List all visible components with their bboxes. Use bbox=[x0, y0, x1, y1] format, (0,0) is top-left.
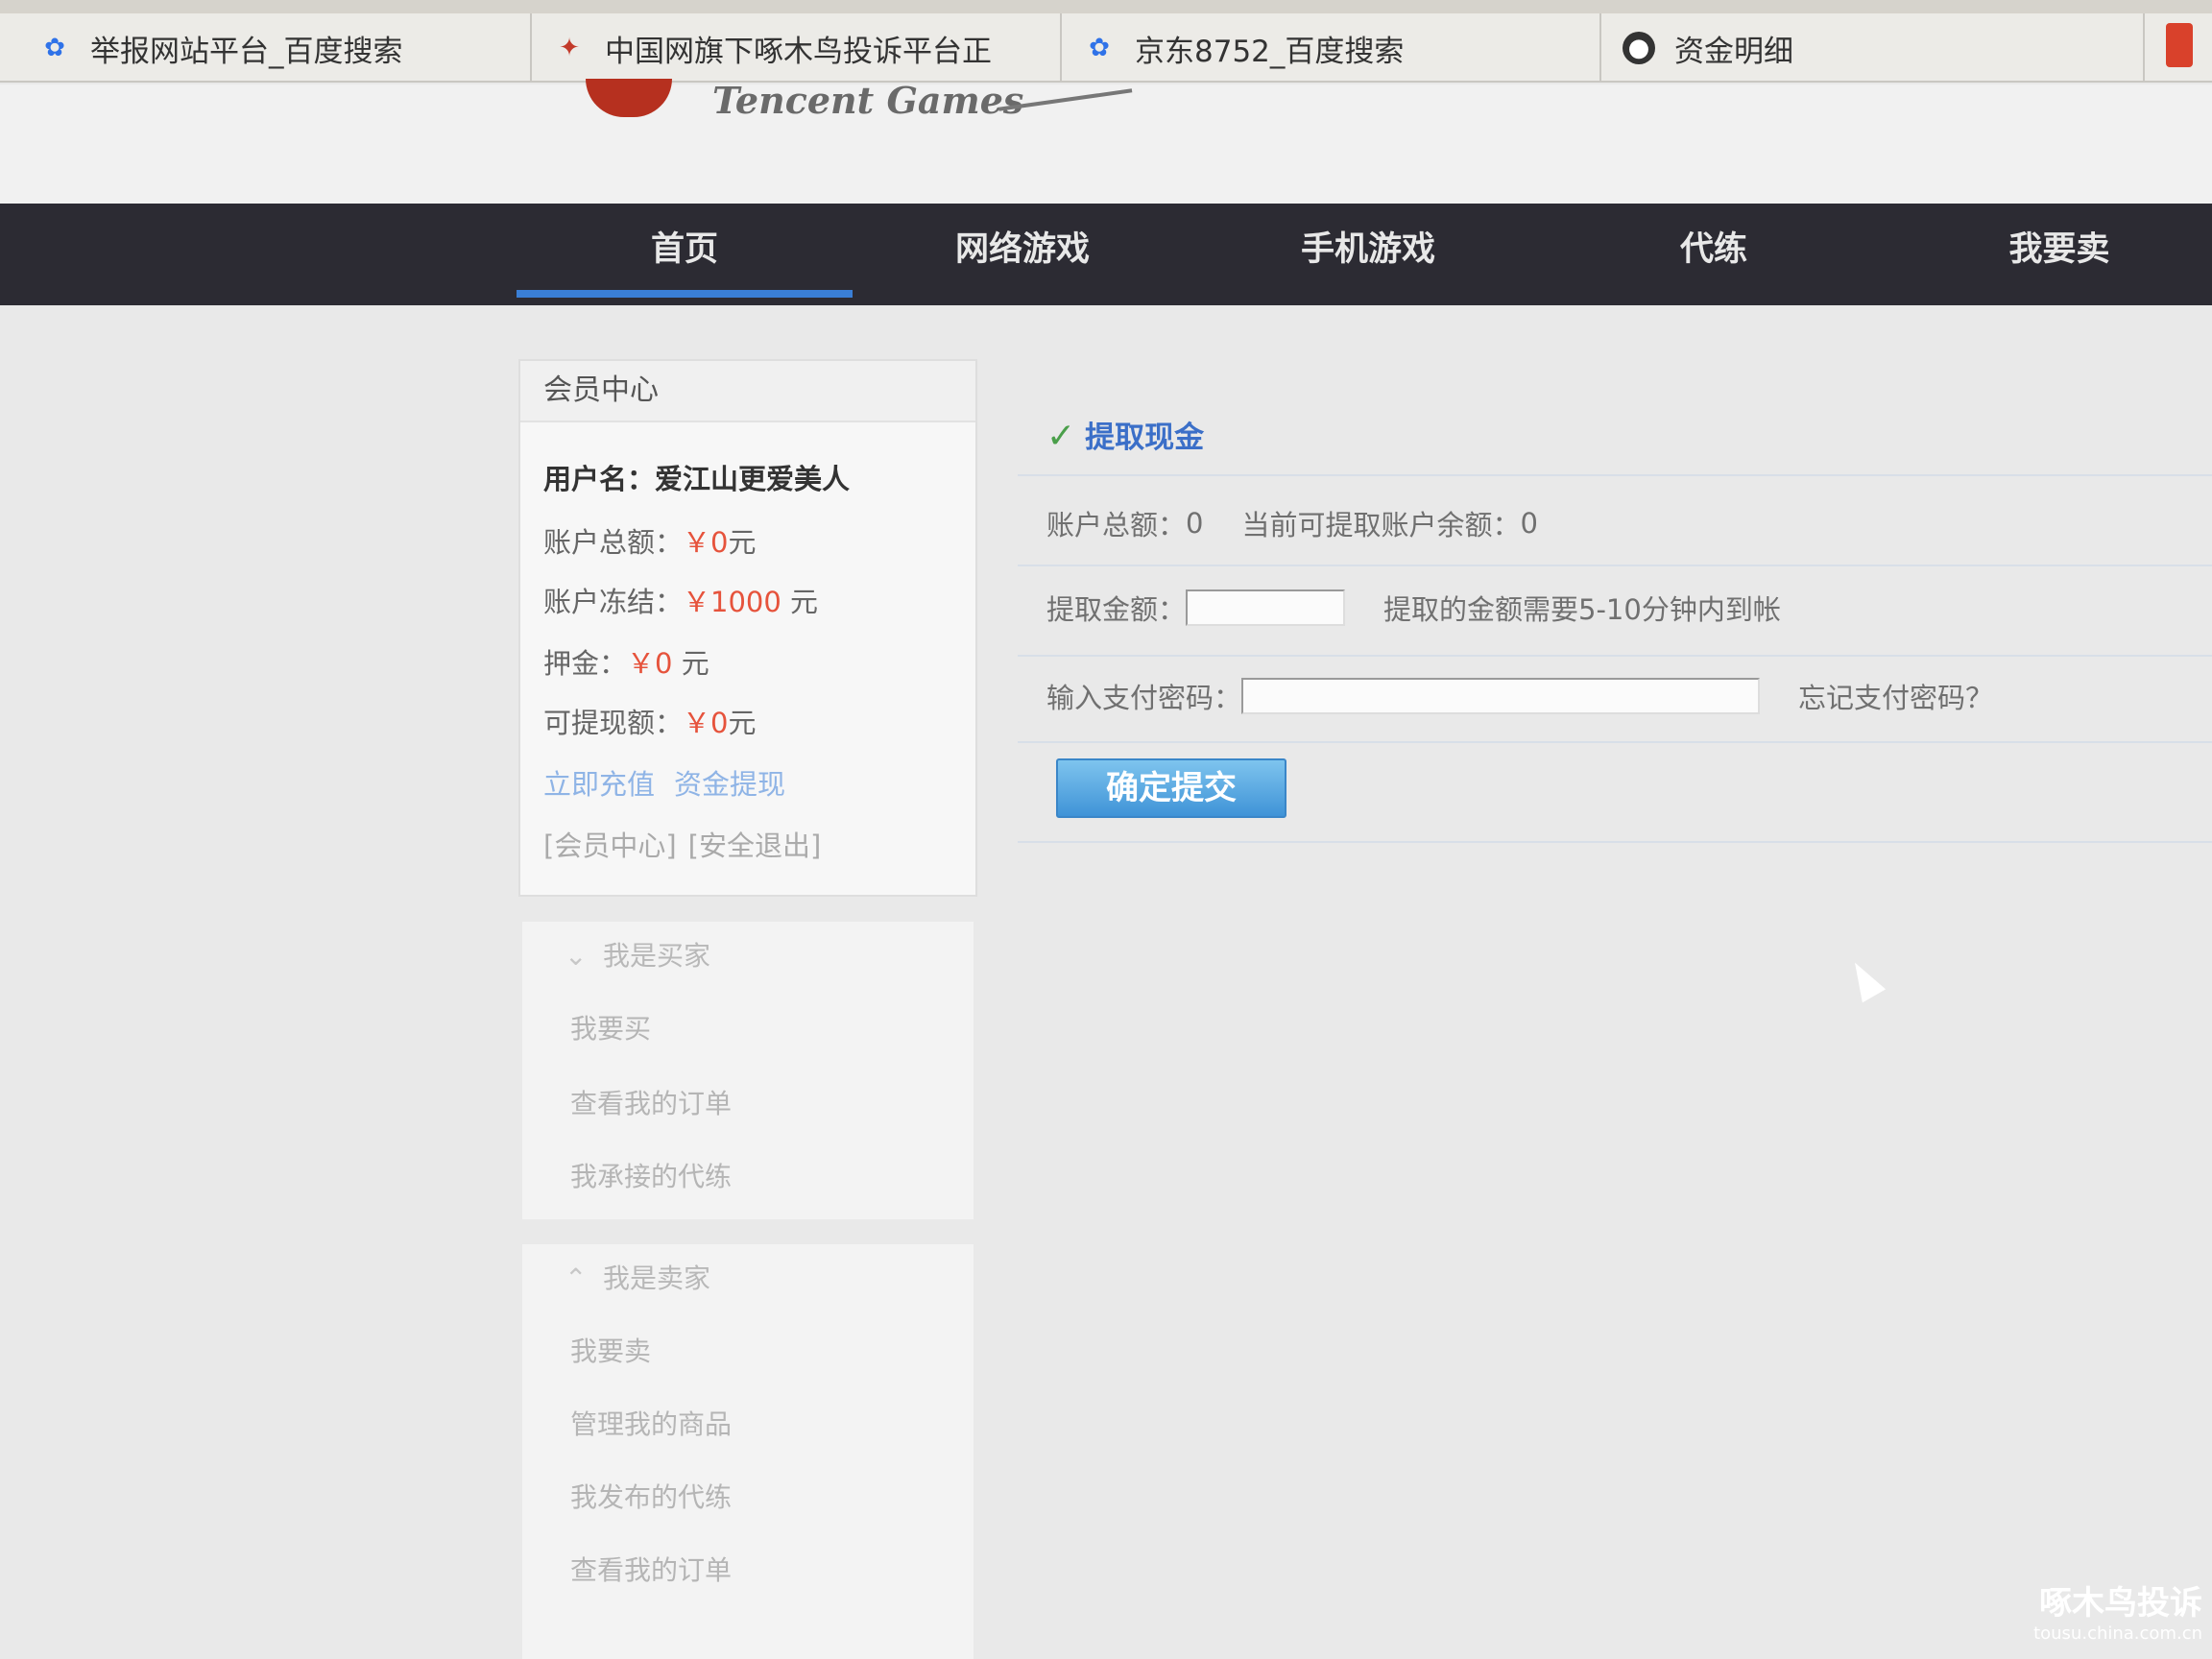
amount-row: 提取金额： 提取的金额需要5-10分钟内到帐 bbox=[1046, 588, 1781, 628]
divider bbox=[1018, 655, 2212, 657]
nav-mobile-games[interactable]: 手机游戏 bbox=[1219, 204, 1517, 300]
menu-item-sell[interactable]: 我要卖 bbox=[570, 1331, 651, 1369]
menu-item-seller-orders[interactable]: 查看我的订单 bbox=[570, 1550, 732, 1588]
buyer-menu: ⌄ 我是买家 我要买 查看我的订单 我承接的代练 bbox=[522, 922, 974, 1219]
menu-item-buy[interactable]: 我要买 bbox=[570, 1008, 651, 1046]
watermark-brand: 啄木鸟投诉 bbox=[2039, 1584, 2202, 1623]
deposit-unit: 元 bbox=[681, 647, 709, 680]
balance-total-value: 0 bbox=[1186, 507, 1204, 540]
seller-menu: ⌃ 我是卖家 我要卖 管理我的商品 我发布的代练 查看我的订单 bbox=[522, 1244, 974, 1659]
total-unit: 元 bbox=[728, 526, 757, 559]
username-row: 用户名：爱江山更爱美人 bbox=[543, 457, 850, 497]
withdraw-title: 提取现金 bbox=[1085, 421, 1205, 455]
divider bbox=[1018, 474, 2212, 476]
seller-menu-header[interactable]: ⌃ 我是卖家 bbox=[565, 1258, 710, 1296]
frozen-label: 账户冻结： bbox=[543, 586, 684, 618]
tab-label: 京东8752_百度搜索 bbox=[1135, 34, 1405, 69]
check-icon: ✓ bbox=[1046, 417, 1076, 456]
mouse-cursor-icon bbox=[1842, 955, 1887, 1003]
frozen-row: 账户冻结：￥1000 元 bbox=[543, 580, 818, 620]
browser-tab-2[interactable]: ✦ 中国网旗下啄木鸟投诉平台正 bbox=[532, 13, 1062, 83]
tencent-logo-icon bbox=[586, 79, 672, 117]
flag-icon[interactable] bbox=[2166, 23, 2193, 67]
member-center-title: 会员中心 bbox=[520, 361, 975, 422]
buyer-menu-header[interactable]: ⌄ 我是买家 bbox=[565, 935, 710, 974]
withdraw-link[interactable]: 资金提现 bbox=[674, 768, 785, 801]
available-label: 当前可提取账户余额： bbox=[1241, 509, 1521, 541]
withdraw-title-row: ✓ 提取现金 bbox=[1046, 413, 1204, 456]
deposit-value: ￥0 bbox=[627, 647, 673, 680]
nav-boosting[interactable]: 代练 bbox=[1575, 204, 1853, 300]
account-links-row: [会员中心] [安全退出] bbox=[543, 824, 832, 864]
member-center-link[interactable]: [会员中心] bbox=[543, 830, 677, 862]
logout-link[interactable]: [安全退出] bbox=[688, 830, 822, 862]
seller-menu-title: 我是卖家 bbox=[603, 1262, 711, 1294]
amount-note: 提取的金额需要5-10分钟内到帐 bbox=[1383, 593, 1781, 626]
username-value: 爱江山更爱美人 bbox=[655, 463, 851, 495]
total-label: 账户总额： bbox=[543, 526, 684, 559]
bird-icon: ✦ bbox=[559, 34, 580, 62]
deposit-row: 押金：￥0 元 bbox=[543, 641, 709, 682]
logo-text: Tencent Games bbox=[712, 79, 1024, 122]
frozen-unit: 元 bbox=[790, 586, 819, 618]
amount-label: 提取金额： bbox=[1046, 593, 1187, 626]
username-label: 用户名： bbox=[543, 463, 656, 495]
paw-icon: ✿ bbox=[1089, 34, 1110, 62]
browser-tab-4[interactable]: ● 资金明细 bbox=[1601, 13, 2145, 83]
browser-tab-1[interactable]: ✿ 举报网站平台_百度搜索 bbox=[17, 13, 532, 83]
browser-tab-3[interactable]: ✿ 京东8752_百度搜索 bbox=[1062, 13, 1601, 83]
deposit-label: 押金： bbox=[543, 647, 628, 680]
chevron-up-icon: ⌃ bbox=[565, 1262, 588, 1294]
menu-item-manage-products[interactable]: 管理我的商品 bbox=[570, 1404, 732, 1442]
balance-total-label: 账户总额： bbox=[1046, 509, 1187, 541]
site-icon: ● bbox=[1623, 32, 1655, 64]
total-value: ￥0 bbox=[683, 526, 729, 559]
forgot-password-link[interactable]: 忘记支付密码？ bbox=[1798, 676, 1993, 716]
balance-row: 账户总额： 0 当前可提取账户余额： 0 bbox=[1046, 503, 1538, 543]
tab-label: 中国网旗下啄木鸟投诉平台正 bbox=[605, 34, 992, 69]
member-center-card: 会员中心 用户名：爱江山更爱美人 账户总额：￥0元 账户冻结：￥1000 元 押… bbox=[518, 359, 977, 897]
browser-top-strip bbox=[0, 0, 2212, 13]
pay-password-input[interactable] bbox=[1241, 678, 1761, 714]
menu-item-my-orders[interactable]: 查看我的订单 bbox=[570, 1083, 732, 1121]
menu-item-my-accepted-boosts[interactable]: 我承接的代练 bbox=[570, 1156, 732, 1194]
divider bbox=[1018, 841, 2212, 843]
buyer-menu-title: 我是买家 bbox=[603, 940, 711, 972]
main-nav: 首页 网络游戏 手机游戏 代练 我要卖 bbox=[0, 204, 2212, 305]
site-header: Tencent Games bbox=[0, 79, 2212, 204]
chevron-down-icon: ⌄ bbox=[565, 940, 588, 972]
available-value: 0 bbox=[1520, 507, 1538, 540]
tab-label: 举报网站平台_百度搜索 bbox=[90, 34, 403, 69]
divider bbox=[1018, 565, 2212, 566]
nav-home[interactable]: 首页 bbox=[517, 204, 853, 298]
withdrawable-value: ￥0 bbox=[683, 707, 729, 739]
submit-button[interactable]: 确定提交 bbox=[1056, 758, 1286, 818]
password-label: 输入支付密码： bbox=[1046, 682, 1242, 714]
recharge-link[interactable]: 立即充值 bbox=[543, 768, 655, 801]
total-row: 账户总额：￥0元 bbox=[543, 520, 756, 561]
frozen-value: ￥1000 bbox=[683, 586, 781, 618]
withdrawable-row: 可提现额：￥0元 bbox=[543, 701, 756, 741]
menu-item-my-posted-boosts[interactable]: 我发布的代练 bbox=[570, 1477, 732, 1515]
withdrawable-unit: 元 bbox=[728, 707, 757, 739]
password-row: 输入支付密码： 忘记支付密码？ bbox=[1046, 676, 1993, 716]
tab-label: 资金明细 bbox=[1674, 34, 1793, 69]
browser-tab-bar: ✿ 举报网站平台_百度搜索 ✦ 中国网旗下啄木鸟投诉平台正 ✿ 京东8752_百… bbox=[0, 13, 2212, 83]
divider bbox=[1018, 741, 2212, 743]
watermark: 啄木鸟投诉 tousu.china.com.cn bbox=[2033, 1576, 2202, 1644]
nav-sell[interactable]: 我要卖 bbox=[1920, 204, 2199, 300]
watermark-url: tousu.china.com.cn bbox=[2033, 1623, 2202, 1644]
nav-online-games[interactable]: 网络游戏 bbox=[874, 204, 1171, 300]
quick-links-row: 立即充值 资金提现 bbox=[543, 762, 805, 803]
paw-icon: ✿ bbox=[44, 34, 65, 62]
withdrawable-label: 可提现额： bbox=[543, 707, 684, 739]
amount-input[interactable] bbox=[1186, 589, 1346, 626]
